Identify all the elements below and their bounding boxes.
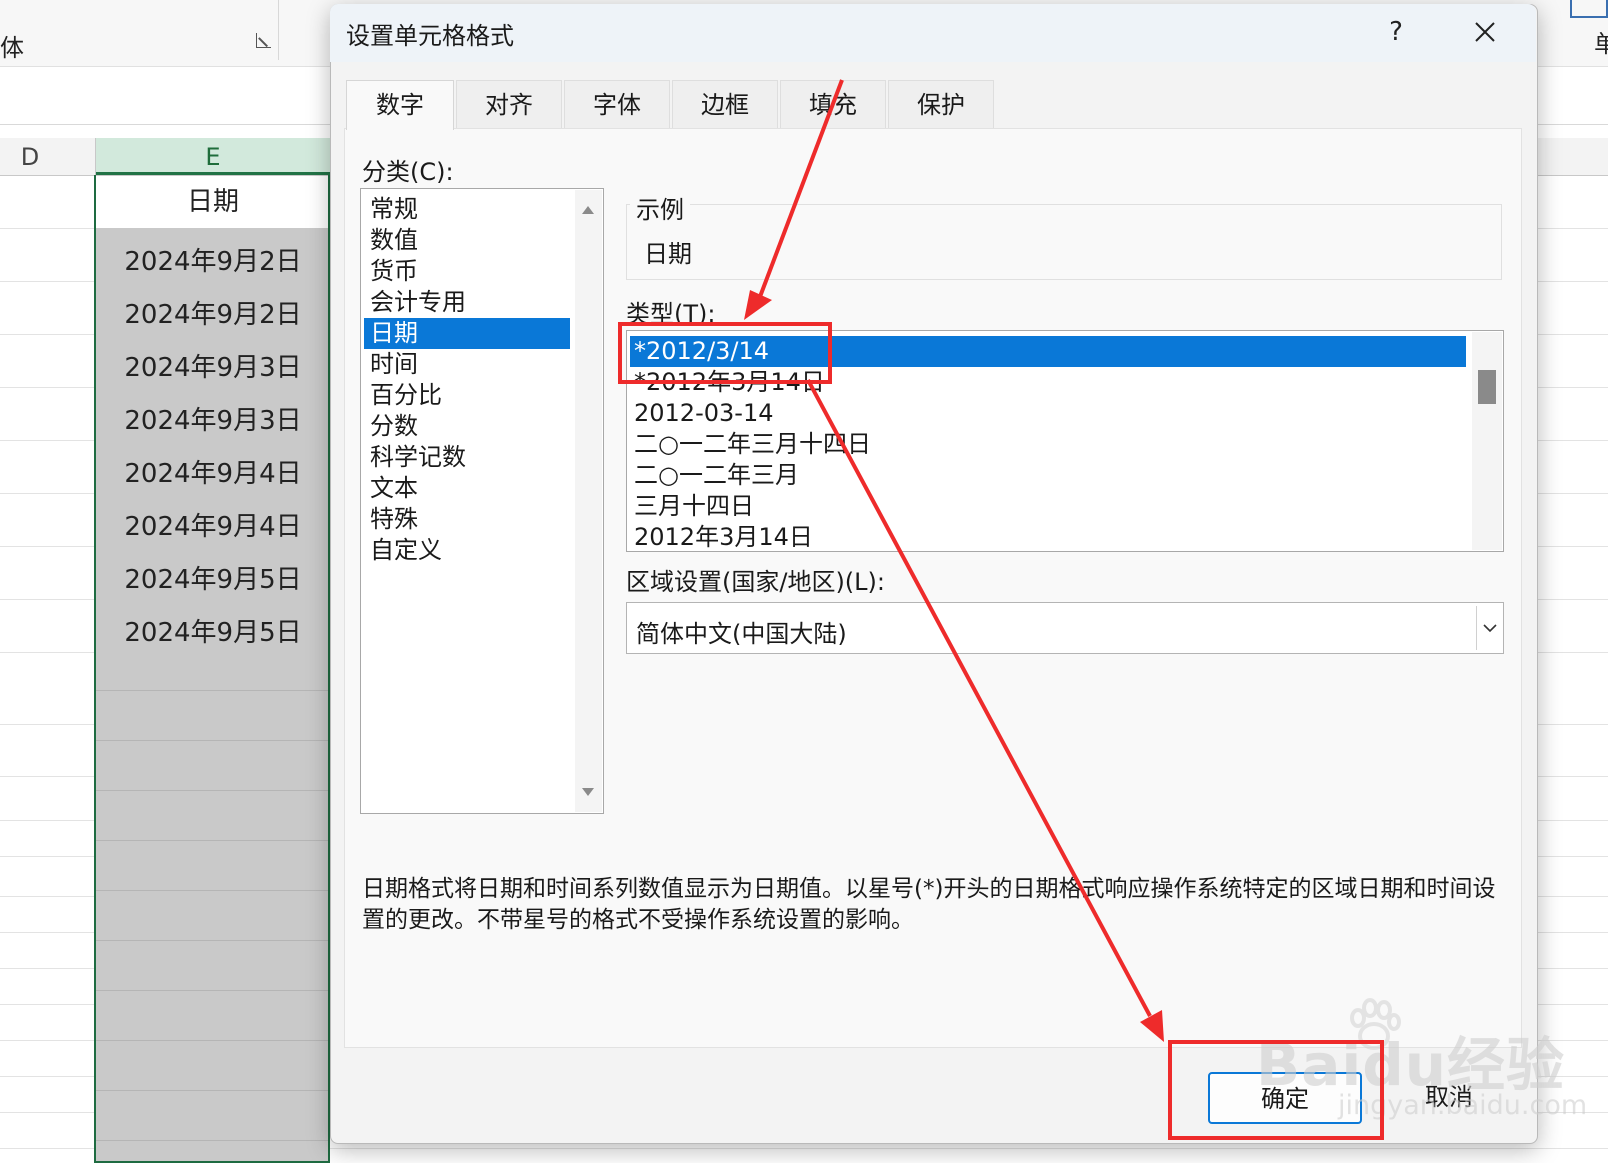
dialog-title: 设置单元格格式 <box>346 22 514 50</box>
column-header-e[interactable]: E <box>96 138 330 175</box>
category-scrollbar[interactable] <box>575 190 602 812</box>
selection-border <box>94 175 330 1163</box>
table-format-icon[interactable] <box>1570 0 1608 18</box>
category-item[interactable]: 分数 <box>364 411 570 442</box>
annotation-box-ok <box>1168 1040 1384 1140</box>
category-item[interactable]: 特殊 <box>364 504 570 535</box>
category-item[interactable]: 科学记数 <box>364 442 570 473</box>
format-description: 日期格式将日期和时间系列数值显示为日期值。以星号(*)开头的日期格式响应操作系统… <box>362 876 1496 933</box>
locale-value: 简体中文(中国大陆) <box>636 620 847 648</box>
category-item-selected[interactable]: 日期 <box>364 318 570 349</box>
type-item[interactable]: 2012-03-14 <box>630 398 1466 429</box>
type-item[interactable]: 二○一二年三月十四日 <box>630 429 1466 460</box>
ribbon-separator <box>278 0 279 60</box>
chevron-down-icon <box>1483 624 1497 633</box>
category-item[interactable]: 自定义 <box>364 535 570 566</box>
ribbon-right-label: 单 <box>1594 30 1608 58</box>
close-icon <box>1475 22 1495 42</box>
help-button[interactable]: ? <box>1376 12 1416 52</box>
column-header-d[interactable]: D <box>0 138 60 175</box>
tab-border[interactable]: 边框 <box>672 80 778 128</box>
dialog-launcher-icon[interactable] <box>256 33 271 48</box>
type-item[interactable]: 二○一二年三月 <box>630 460 1466 491</box>
category-item[interactable]: 货币 <box>364 256 570 287</box>
tab-protection[interactable]: 保护 <box>888 80 994 128</box>
category-label: 分类(C): <box>362 158 454 186</box>
category-item[interactable]: 常规 <box>364 194 570 225</box>
category-item[interactable]: 文本 <box>364 473 570 504</box>
annotation-box-type <box>618 322 832 384</box>
close-button[interactable] <box>1462 12 1508 52</box>
scroll-down-icon[interactable] <box>582 788 594 796</box>
sample-group <box>626 204 1502 280</box>
scroll-up-icon[interactable] <box>582 206 594 214</box>
locale-dropdown-button[interactable] <box>1476 606 1503 650</box>
category-item[interactable]: 时间 <box>364 349 570 380</box>
category-item[interactable]: 数值 <box>364 225 570 256</box>
sample-value: 日期 <box>644 240 692 268</box>
category-item[interactable]: 百分比 <box>364 380 570 411</box>
type-item[interactable]: 三月十四日 <box>630 491 1466 522</box>
tab-alignment[interactable]: 对齐 <box>456 80 562 128</box>
locale-label: 区域设置(国家/地区)(L): <box>626 568 885 596</box>
ribbon-group-label: 体 <box>0 34 24 62</box>
sample-label: 示例 <box>630 190 690 225</box>
type-item[interactable]: 2012年3月14日 <box>630 522 1466 553</box>
category-item[interactable]: 会计专用 <box>364 287 570 318</box>
tab-font[interactable]: 字体 <box>564 80 670 128</box>
tab-fill[interactable]: 填充 <box>780 80 886 128</box>
type-scrollbar-thumb[interactable] <box>1478 370 1496 404</box>
type-scrollbar[interactable] <box>1472 332 1502 550</box>
tab-number[interactable]: 数字 <box>346 80 454 130</box>
